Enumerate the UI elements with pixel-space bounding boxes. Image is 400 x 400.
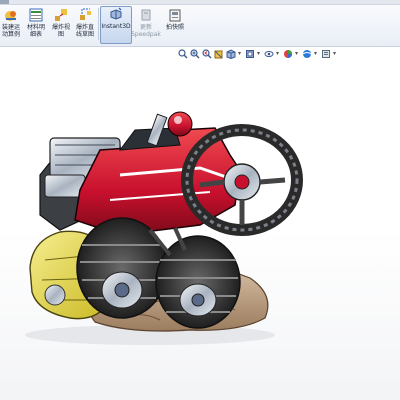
chevron-down-icon[interactable]: ▾ <box>314 49 319 59</box>
hide-show-items-icon[interactable] <box>264 49 274 59</box>
exploded-view-label-1: 爆炸视 <box>51 24 70 31</box>
knob-highlight <box>174 116 182 124</box>
chevron-down-icon[interactable]: ▾ <box>257 49 262 59</box>
explode-line-sketch-icon <box>80 8 91 20</box>
zoom-to-fit-icon[interactable] <box>178 49 188 59</box>
chevron-down-icon[interactable]: ▾ <box>295 49 300 59</box>
new-motion-study-label-2: 动算例 <box>1 31 20 38</box>
ribbon-separator <box>98 8 99 40</box>
rear-tire <box>155 235 241 329</box>
edit-appearance-icon[interactable] <box>283 49 293 59</box>
exploded-view-button[interactable]: 爆炸视 图 <box>50 8 72 44</box>
explode-line-sketch-label-1: 爆炸直 <box>75 24 94 31</box>
yellow-wheel-hub <box>44 284 66 306</box>
zoom-area-icon[interactable] <box>190 49 200 59</box>
chevron-down-icon[interactable]: ▾ <box>238 49 243 59</box>
take-snapshot-button[interactable]: 拍快照 <box>163 8 187 44</box>
update-speedpak-button[interactable]: 更新 Speedpak <box>131 8 161 44</box>
new-motion-study-button[interactable]: 装建运 动算例 <box>0 8 22 44</box>
display-style-icon[interactable] <box>245 49 255 59</box>
instant3d-button[interactable]: Instant3D <box>100 6 132 44</box>
instant3d-label: Instant3D <box>101 23 131 30</box>
update-speedpak-label-2: Speedpak <box>131 31 161 38</box>
update-speedpak-label-1: 更新 <box>139 24 152 31</box>
snapshot-label: 拍快照 <box>165 24 184 31</box>
tab-marker <box>0 0 9 4</box>
chevron-down-icon[interactable]: ▾ <box>333 49 338 59</box>
explode-line-sketch-button[interactable]: 爆炸直 线草图 <box>73 8 97 44</box>
command-manager-ribbon: 装建运 动算例 材料明 细表 爆炸视 图 爆炸直 线草图 Instant3D 更… <box>0 0 400 47</box>
previous-view-icon[interactable] <box>202 49 212 59</box>
snapshot-icon <box>169 9 181 22</box>
motion-study-icon <box>5 11 16 21</box>
graphics-area[interactable] <box>0 60 400 400</box>
section-view-icon[interactable] <box>214 49 224 59</box>
instant3d-icon <box>110 7 122 20</box>
explode-line-sketch-label-2: 线草图 <box>75 31 94 38</box>
bom-label-1: 材料明 <box>26 24 45 31</box>
view-settings-icon[interactable] <box>321 49 331 59</box>
chevron-down-icon[interactable]: ▾ <box>276 49 281 59</box>
apply-scene-icon[interactable] <box>302 49 312 59</box>
exploded-view-icon <box>55 9 67 21</box>
ribbon-top-strip <box>0 0 400 5</box>
bom-icon <box>29 8 43 22</box>
bill-of-materials-button[interactable]: 材料明 细表 <box>24 8 48 44</box>
exploded-view-label-2: 图 <box>57 31 64 38</box>
heads-up-view-toolbar: ▾ ▾ ▾ ▾ ▾ ▾ <box>178 48 340 60</box>
steering-wheel-center <box>234 174 250 190</box>
bom-label-2: 细表 <box>29 31 42 38</box>
shift-knob <box>167 111 193 137</box>
monster-truck-model[interactable] <box>0 60 400 400</box>
view-orientation-icon[interactable] <box>226 49 236 59</box>
speedpak-icon <box>141 9 151 21</box>
new-motion-study-label-1: 装建运 <box>1 24 20 31</box>
